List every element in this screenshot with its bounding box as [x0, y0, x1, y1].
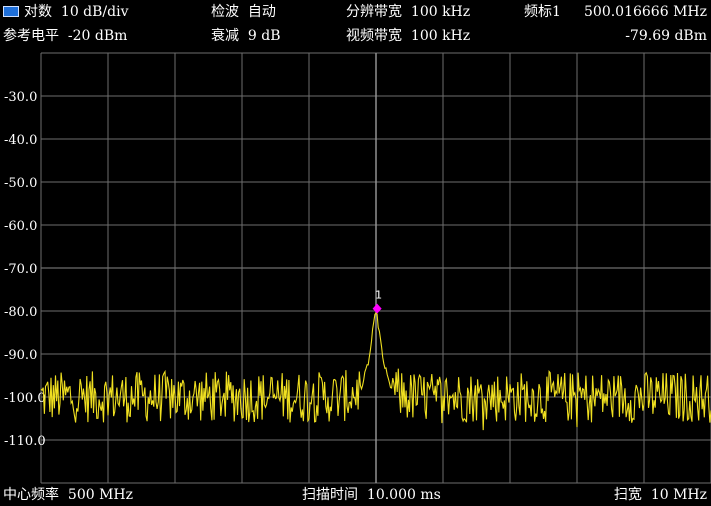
- rbw-value: 100 kHz: [410, 4, 471, 20]
- scale-mode-label: 对数 10 dB/div: [24, 4, 129, 20]
- rbw-setting[interactable]: 分辨带宽 100 kHz: [346, 3, 470, 21]
- marker-number-label: 1: [375, 289, 382, 302]
- y-tick-label: -40.0: [4, 133, 37, 148]
- y-tick-label: -60.0: [4, 219, 37, 234]
- detector-value: 自动: [247, 4, 276, 20]
- spectrum-display: -30.0 -40.0 -50.0 -60.0 -70.0 -80.0 -90.0 -100.…: [0, 0, 711, 506]
- y-tick-label: -30.0: [4, 90, 37, 105]
- vbw-setting[interactable]: 视频带宽 100 kHz: [346, 27, 470, 45]
- ref-level-setting[interactable]: 参考电平 -20 dBm: [3, 27, 127, 45]
- y-tick-label: -80.0: [4, 305, 37, 320]
- center-frequency-value: 500 MHz: [67, 487, 133, 503]
- y-tick-label: -70.0: [4, 262, 37, 277]
- scale-value: 10 dB/div: [60, 4, 129, 20]
- center-frequency-setting[interactable]: 中心频率 500 MHz: [3, 486, 133, 504]
- y-tick-label: -50.0: [4, 176, 37, 191]
- marker-frequency: 500.016666 MHz: [584, 4, 707, 20]
- marker-readout-label: 频标1: [524, 4, 561, 20]
- attenuation-value: 9 dB: [247, 28, 281, 44]
- detector-setting[interactable]: 检波 自动: [211, 3, 276, 21]
- marker-level: -79.69 dBm: [625, 28, 707, 44]
- attenuation-setting[interactable]: 衰减 9 dB: [211, 27, 281, 45]
- ref-level-value: -20 dBm: [67, 28, 128, 44]
- sweep-time-setting[interactable]: 扫描时间 10.000 ms: [302, 486, 441, 504]
- sweep-time-value: 10.000 ms: [366, 487, 441, 503]
- y-tick-label: -110.0: [4, 434, 46, 449]
- y-tick-label: -100.0: [4, 391, 46, 406]
- span-value: 10 MHz: [650, 487, 707, 503]
- vbw-value: 100 kHz: [410, 28, 471, 44]
- log-scale-icon: [3, 6, 19, 17]
- y-tick-label: -90.0: [4, 348, 37, 363]
- span-setting[interactable]: 扫宽 10 MHz: [614, 486, 707, 504]
